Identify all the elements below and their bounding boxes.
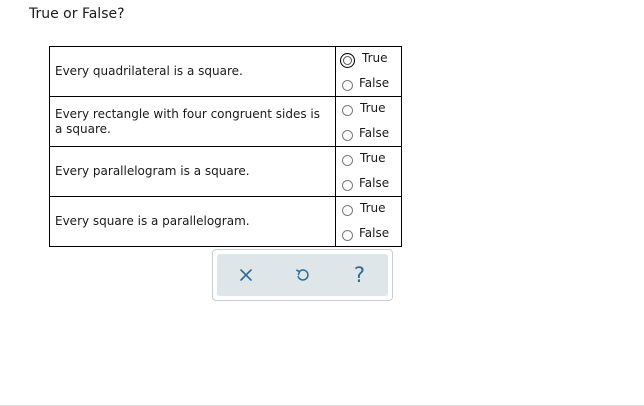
option-label: True [360, 101, 386, 115]
option-label: True [360, 201, 386, 215]
clear-button[interactable] [217, 254, 274, 296]
close-icon [239, 268, 253, 282]
question-row: Every square is a parallelogram. True Fa… [49, 196, 402, 247]
question-page: True or False? Every quadrilateral is a … [0, 0, 644, 406]
option-label: False [359, 126, 390, 140]
option-true[interactable]: True [340, 51, 388, 68]
option-label: False [359, 76, 390, 90]
question-row: Every quadrilateral is a square. True Fa… [49, 46, 402, 97]
radio-button[interactable] [342, 129, 353, 141]
options-cell: True False [335, 196, 402, 247]
option-false[interactable]: False [342, 226, 389, 242]
option-false[interactable]: False [342, 76, 389, 92]
option-label: False [359, 176, 390, 190]
undo-icon [295, 267, 311, 283]
statement-cell: Every quadrilateral is a square. [49, 46, 336, 97]
answer-toolbar: ? [212, 249, 393, 301]
option-label: True [362, 51, 388, 65]
statement-cell: Every rectangle with four congruent side… [49, 96, 336, 147]
radio-button[interactable] [342, 229, 353, 241]
undo-button[interactable] [274, 254, 331, 296]
statement-cell: Every parallelogram is a square. [49, 146, 336, 197]
option-true[interactable]: True [342, 201, 386, 218]
option-false[interactable]: False [342, 176, 389, 192]
radio-button[interactable] [342, 79, 353, 91]
option-false[interactable]: False [342, 126, 389, 142]
options-cell: True False [335, 46, 402, 97]
option-label: True [360, 151, 386, 165]
toolbar-button-group: ? [217, 254, 388, 296]
help-icon: ? [353, 262, 366, 287]
true-false-table: Every quadrilateral is a square. True Fa… [49, 46, 402, 247]
radio-button[interactable] [342, 154, 353, 166]
radio-button[interactable] [340, 52, 355, 68]
options-cell: True False [335, 96, 402, 147]
question-row: Every rectangle with four congruent side… [49, 96, 402, 147]
question-row: Every parallelogram is a square. True Fa… [49, 146, 402, 197]
question-prompt: True or False? [29, 6, 125, 22]
radio-button[interactable] [342, 104, 353, 116]
option-label: False [359, 226, 390, 240]
options-cell: True False [335, 146, 402, 197]
radio-button[interactable] [342, 179, 353, 191]
radio-button[interactable] [342, 204, 353, 216]
help-button[interactable]: ? [331, 254, 388, 296]
statement-cell: Every square is a parallelogram. [49, 196, 336, 247]
option-true[interactable]: True [342, 151, 386, 168]
option-true[interactable]: True [342, 101, 386, 118]
